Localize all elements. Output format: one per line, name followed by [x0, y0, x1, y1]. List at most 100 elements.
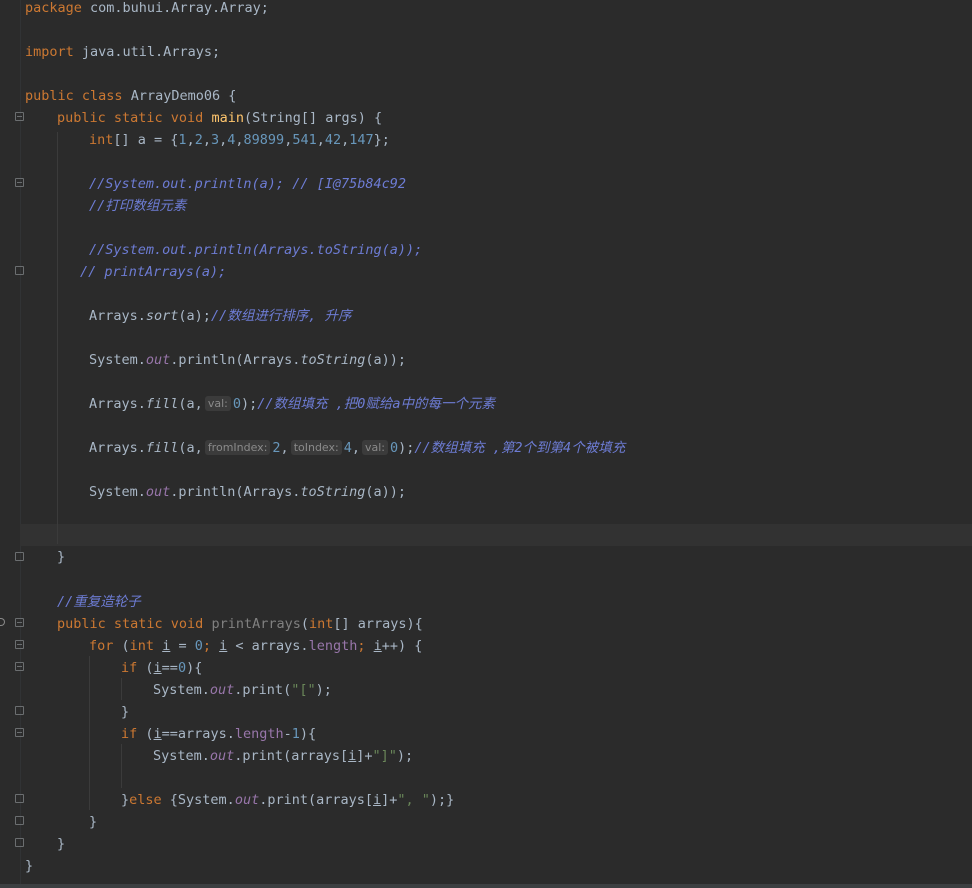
- code-text: Arrays.: [89, 440, 146, 456]
- code-line[interactable]: }: [0, 811, 972, 833]
- method-name: printArrays: [211, 616, 301, 632]
- code-line[interactable]: }: [0, 855, 972, 877]
- code-text: (a));: [365, 352, 407, 368]
- code-text: ]+: [356, 748, 373, 764]
- code-text: ){: [186, 660, 203, 676]
- keyword: else: [129, 792, 162, 808]
- string: ", ": [397, 792, 430, 808]
- code-text: ++) {: [381, 638, 423, 654]
- code-text: ==arrays.: [161, 726, 235, 742]
- code-text: .println(Arrays.: [170, 484, 301, 500]
- code-line[interactable]: public static void main(String[] args) {: [0, 107, 972, 129]
- code-line[interactable]: Arrays.fill(a, val: 0);//数组填充 ,把0赋给a中的每一个元…: [0, 393, 972, 415]
- code-line[interactable]: // printArrays(a);: [0, 261, 972, 283]
- code-text: };: [373, 132, 390, 148]
- code-text: < arrays.: [227, 638, 309, 654]
- brace: }: [121, 704, 130, 720]
- class-name: ArrayDemo06 {: [122, 88, 237, 104]
- code-line[interactable]: for (int i = 0; i < arrays.length; i++) …: [0, 635, 972, 657]
- brace: }: [57, 836, 66, 852]
- string: "]": [372, 748, 397, 764]
- number: 1: [291, 726, 300, 742]
- number: 4: [343, 440, 352, 456]
- code-text: (: [300, 616, 309, 632]
- code-text: );: [396, 748, 414, 764]
- code-text: System.: [153, 682, 210, 698]
- code-line[interactable]: package com.buhui.Array.Array;: [0, 0, 972, 19]
- code-text: ==: [161, 660, 178, 676]
- method-call: sort: [145, 308, 179, 324]
- params: [] arrays){: [333, 616, 423, 632]
- code-line[interactable]: public static void printArrays(int[] arr…: [0, 613, 972, 635]
- number: 2: [272, 440, 281, 456]
- code-text: .print(arrays[: [234, 748, 349, 764]
- code-line[interactable]: }: [0, 701, 972, 723]
- number: 0: [177, 660, 187, 676]
- number: 2: [194, 132, 203, 148]
- code-line[interactable]: }: [0, 546, 972, 568]
- code-text: ]+: [381, 792, 398, 808]
- code-text: (a,: [178, 440, 203, 456]
- method-call: fill: [145, 440, 179, 456]
- code-text: =: [170, 638, 195, 654]
- keyword: if: [121, 726, 138, 742]
- static-field: out: [209, 682, 235, 698]
- keyword: int: [89, 132, 114, 148]
- number: 89899: [243, 132, 285, 148]
- code-line[interactable]: System.out.println(Arrays.toString(a));: [0, 481, 972, 503]
- comment: //数组填充 ,把0赋给a中的每一个元素: [257, 396, 496, 412]
- keyword: public static void: [57, 110, 204, 126]
- code-text: {System.: [161, 792, 235, 808]
- code-text: -: [283, 726, 292, 742]
- code-line[interactable]: System.out.print("[");: [0, 679, 972, 701]
- comment: //数组填充 ,第2个到第4个被填充: [414, 440, 626, 456]
- code-line[interactable]: int[] a = {1,2,3,4,89899,541,42,147};: [0, 129, 972, 151]
- code-line[interactable]: //System.out.println(a); // [I@75b84c92: [0, 173, 972, 195]
- code-text: );}: [429, 792, 455, 808]
- number: 0: [390, 440, 399, 456]
- code-line[interactable]: }: [0, 833, 972, 855]
- number: 4: [227, 132, 236, 148]
- number: 42: [324, 132, 342, 148]
- variable: i: [373, 638, 382, 654]
- number: 0: [194, 638, 203, 654]
- code-line[interactable]: System.out.print(arrays[i]+"]");: [0, 745, 972, 767]
- keyword: public static void: [57, 616, 204, 632]
- code-editor[interactable]: package com.buhui.Array.Array; import ja…: [0, 0, 972, 888]
- code-text: (a,: [178, 396, 203, 412]
- variable: i: [153, 660, 162, 676]
- code-text: .print(: [234, 682, 292, 698]
- code-text: System.: [89, 484, 146, 500]
- number: 3: [210, 132, 220, 148]
- code-line[interactable]: Arrays.sort(a);//数组进行排序, 升序: [0, 305, 972, 327]
- keyword: int: [309, 616, 334, 632]
- comment: //数组进行排序, 升序: [210, 308, 352, 324]
- code-line[interactable]: }else {System.out.print(arrays[i]+", ");…: [0, 789, 972, 811]
- static-field: out: [234, 792, 260, 808]
- parameter-hint: toIndex:: [290, 440, 342, 455]
- code-line[interactable]: //打印数组元素: [0, 195, 972, 217]
- brace: }: [25, 858, 34, 874]
- code-line[interactable]: System.out.println(Arrays.toString(a));: [0, 349, 972, 371]
- keyword: int: [129, 638, 155, 654]
- method-call: toString: [300, 484, 366, 500]
- import-name: java.util.Arrays;: [73, 44, 221, 60]
- string: "[": [291, 682, 316, 698]
- code-text: System.: [89, 352, 146, 368]
- code-text: (a));: [365, 484, 407, 500]
- static-field: out: [145, 352, 171, 368]
- parameter-hint: fromIndex:: [204, 440, 271, 455]
- code-line[interactable]: //System.out.println(Arrays.toString(a))…: [0, 239, 972, 261]
- code-line[interactable]: if (i==arrays.length-1){: [0, 723, 972, 745]
- code-line[interactable]: Arrays.fill(a, fromIndex: 2, toIndex: 4, val:…: [0, 437, 972, 459]
- comment: //重复造轮子: [57, 594, 141, 610]
- horizontal-scrollbar[interactable]: [0, 884, 972, 888]
- code-text: (a);: [178, 308, 211, 324]
- field: length: [234, 726, 284, 742]
- code-line[interactable]: if (i==0){: [0, 657, 972, 679]
- code-line[interactable]: //重复造轮子: [0, 591, 972, 613]
- code-text: Arrays.: [89, 308, 146, 324]
- code-line[interactable]: import java.util.Arrays;: [0, 41, 972, 63]
- code-text: System.: [153, 748, 210, 764]
- code-line[interactable]: public class ArrayDemo06 {: [0, 85, 972, 107]
